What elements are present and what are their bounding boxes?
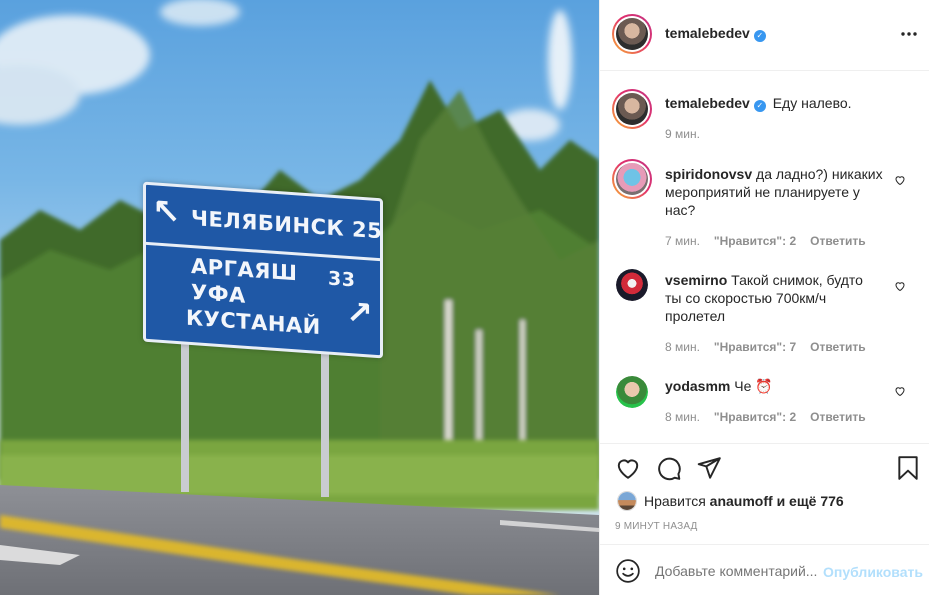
post-header-author[interactable]: temalebedev ✓ bbox=[665, 25, 766, 42]
comment-like-heart-icon[interactable] bbox=[894, 385, 906, 397]
caption-avatar[interactable] bbox=[612, 89, 652, 129]
emoji-button[interactable] bbox=[615, 558, 641, 587]
header-divider bbox=[599, 70, 929, 71]
comment-avatar[interactable] bbox=[616, 376, 648, 408]
post-timestamp[interactable]: 9 МИНУТ НАЗАД bbox=[615, 521, 698, 532]
liked-by-username[interactable]: anaumoff bbox=[710, 493, 773, 509]
comment-body: yodasmm Че ⏰ bbox=[665, 377, 773, 395]
heart-icon bbox=[617, 459, 639, 479]
comment-text-line: мероприятий не планируете у bbox=[665, 184, 860, 200]
sign-distance-argayash: 33 bbox=[328, 267, 356, 292]
comment-button[interactable] bbox=[656, 455, 682, 484]
comment-body: spiridonovsv да ладно?) никаких мероприя… bbox=[665, 165, 883, 219]
post-photo[interactable]: ↖ ЧЕЛЯБИНСК 25 АРГАЯШ 33 УФА КУСТАНАЙ ↗ bbox=[0, 0, 599, 595]
author-username[interactable]: temalebedev bbox=[665, 25, 750, 41]
comment-text-line: Такой снимок, будто bbox=[731, 272, 863, 288]
comment-username[interactable]: yodasmm bbox=[665, 378, 730, 394]
comment-like-heart-icon[interactable] bbox=[894, 280, 906, 292]
comment-text-line: ты со скоростью 700км/ч bbox=[665, 290, 827, 306]
verified-badge-icon: ✓ bbox=[753, 100, 766, 112]
comment-text-line: нас? bbox=[665, 202, 696, 218]
comment-reply-button[interactable]: Ответить bbox=[810, 410, 865, 424]
likes-prefix: Нравится bbox=[644, 493, 706, 509]
likes-summary: Нравится anaumoff и ещё 776 bbox=[644, 493, 844, 509]
arrow-up-right-icon: ↗ bbox=[346, 292, 373, 333]
comment-meta: 8 мин. "Нравится": 7 Ответить bbox=[665, 340, 866, 354]
comment-icon bbox=[658, 457, 681, 481]
caption-text: Еду налево. bbox=[772, 95, 852, 111]
comment-username[interactable]: spiridonovsv bbox=[665, 166, 752, 182]
more-horizontal-icon bbox=[901, 32, 917, 36]
comment-input[interactable] bbox=[655, 561, 820, 581]
actions-divider bbox=[599, 443, 929, 444]
save-button[interactable] bbox=[896, 455, 920, 484]
author-avatar[interactable] bbox=[612, 14, 652, 54]
liker-avatar[interactable] bbox=[617, 491, 637, 511]
caption-username[interactable]: temalebedev bbox=[665, 95, 750, 111]
comment-time[interactable]: 7 мин. bbox=[665, 234, 700, 248]
like-button[interactable] bbox=[615, 455, 641, 484]
arrow-up-left-icon: ↖ bbox=[152, 191, 181, 234]
caption: temalebedev ✓ Еду налево. bbox=[665, 95, 852, 112]
comment-username[interactable]: vsemirno bbox=[665, 272, 727, 288]
comment-avatar[interactable] bbox=[612, 159, 652, 199]
smile-icon bbox=[616, 559, 640, 583]
likes-others[interactable]: и ещё 776 bbox=[777, 493, 844, 509]
publish-button[interactable]: Опубликовать bbox=[823, 564, 923, 580]
comment-text-line: да ладно?) никаких bbox=[756, 166, 883, 182]
comment-likes[interactable]: "Нравится": 2 bbox=[714, 234, 796, 248]
sign-line-ufa: УФА bbox=[191, 279, 246, 308]
composer-divider bbox=[599, 544, 929, 545]
road-sign: ↖ ЧЕЛЯБИНСК 25 АРГАЯШ 33 УФА КУСТАНАЙ ↗ bbox=[143, 181, 383, 359]
paper-plane-icon bbox=[697, 457, 721, 479]
comment-time[interactable]: 8 мин. bbox=[665, 340, 700, 354]
bookmark-icon bbox=[898, 456, 918, 480]
comment-meta: 8 мин. "Нравится": 2 Ответить bbox=[665, 410, 866, 424]
comment-reply-button[interactable]: Ответить bbox=[810, 340, 865, 354]
sign-line-kustanay: КУСТАНАЙ bbox=[186, 305, 321, 340]
verified-badge-icon: ✓ bbox=[753, 30, 766, 42]
comment-meta: 7 мин. "Нравится": 2 Ответить bbox=[665, 234, 866, 248]
comment-time[interactable]: 8 мин. bbox=[665, 410, 700, 424]
comment-likes[interactable]: "Нравится": 7 bbox=[714, 340, 796, 354]
comment-avatar[interactable] bbox=[616, 269, 648, 301]
comment-reply-button[interactable]: Ответить bbox=[810, 234, 865, 248]
comment-text-line: пролетел bbox=[665, 308, 726, 324]
more-options-button[interactable] bbox=[900, 25, 918, 46]
caption-time[interactable]: 9 мин. bbox=[665, 127, 700, 141]
share-button[interactable] bbox=[696, 455, 722, 484]
comment-like-heart-icon[interactable] bbox=[894, 174, 906, 186]
comment-body: vsemirno Такой снимок, будто ты со скоро… bbox=[665, 271, 863, 325]
comment-likes[interactable]: "Нравится": 2 bbox=[714, 410, 796, 424]
comment-text-line: Че ⏰ bbox=[734, 378, 773, 394]
